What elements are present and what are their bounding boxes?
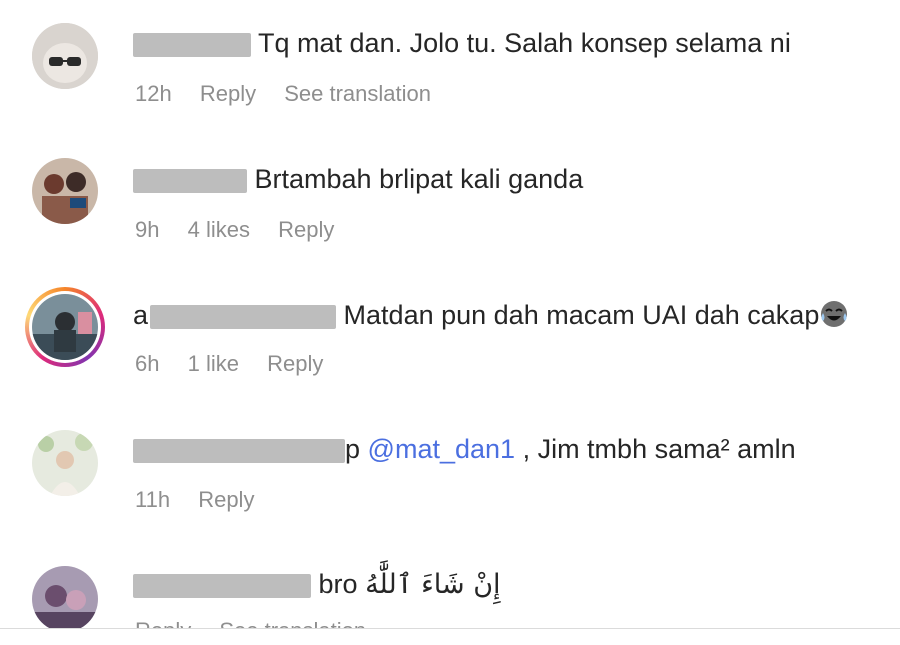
mention-link[interactable]: @mat_dan1 — [368, 434, 516, 464]
username-redaction — [133, 32, 251, 57]
comment-body: Tq mat dan. Jolo tu. Salah konsep selama… — [133, 26, 791, 60]
like-count[interactable]: 1 like — [188, 351, 239, 376]
username[interactable] — [133, 162, 247, 196]
comments-list: Tq mat dan. Jolo tu. Salah konsep selama… — [0, 0, 900, 628]
avatar[interactable] — [32, 430, 98, 496]
timestamp: 9h — [135, 217, 160, 242]
username-text: a — [133, 300, 149, 330]
like-count[interactable]: 4 likes — [188, 217, 250, 242]
username[interactable]: p — [133, 432, 360, 466]
timestamp: 6h — [135, 351, 160, 376]
username-redaction — [133, 573, 311, 598]
comment-text: Brtambah brlipat kali ganda — [254, 164, 584, 194]
reply-button[interactable]: Reply — [198, 487, 254, 512]
comment-body: a Matdan pun dah macam UAI dah cakap — [133, 298, 849, 332]
see-translation-button[interactable]: See translation — [219, 618, 366, 628]
avatar[interactable] — [32, 566, 98, 628]
comment-meta: 9h 4 likes Reply — [135, 217, 356, 243]
timestamp: 11h — [135, 487, 171, 512]
username-text: p — [345, 434, 361, 464]
comment-text: , Jim tmbh sama² amln — [522, 434, 796, 464]
comment-text: bro — [318, 569, 358, 599]
see-translation-button[interactable]: See translation — [284, 81, 431, 106]
reply-button[interactable]: Reply — [278, 217, 334, 242]
laughing-crying-emoji-icon — [821, 301, 848, 327]
bottom-divider — [0, 628, 900, 629]
timestamp: 12h — [135, 81, 172, 106]
comment-meta: Reply See translation — [135, 618, 388, 628]
username[interactable] — [133, 567, 311, 601]
username[interactable]: a — [133, 298, 337, 332]
avatar[interactable] — [32, 23, 98, 89]
story-ring[interactable] — [25, 287, 105, 367]
avatar-image-icon — [32, 23, 98, 89]
avatar — [32, 294, 98, 360]
username-redaction — [133, 168, 247, 193]
comment-text: Tq mat dan. Jolo tu. Salah konsep selama… — [258, 28, 791, 58]
comment-meta: 11h Reply — [135, 487, 276, 513]
comment-body: Brtambah brlipat kali ganda — [133, 162, 583, 196]
reply-button[interactable]: Reply — [267, 351, 323, 376]
comment-meta: 12h Reply See translation — [135, 81, 453, 107]
reply-button[interactable]: Reply — [200, 81, 256, 106]
avatar-image-icon — [32, 566, 98, 628]
comment-text-arabic: إِنْ شَاءَ ٱللَّٰهُ — [365, 569, 501, 600]
avatar-image-icon — [32, 430, 98, 496]
avatar[interactable] — [32, 158, 98, 224]
comment-meta: 6h 1 like Reply — [135, 351, 345, 377]
username[interactable] — [133, 26, 251, 60]
comment-text: Matdan pun dah macam UAI dah cakap — [343, 300, 820, 330]
reply-button[interactable]: Reply — [135, 618, 191, 628]
username-redaction — [133, 438, 345, 463]
avatar-image-icon — [32, 294, 98, 360]
comment-body: p @mat_dan1 , Jim tmbh sama² amln — [133, 432, 796, 466]
avatar-image-icon — [32, 158, 98, 224]
username-redaction — [150, 304, 337, 329]
comment-body: bro إِنْ شَاءَ ٱللَّٰهُ — [133, 567, 501, 602]
